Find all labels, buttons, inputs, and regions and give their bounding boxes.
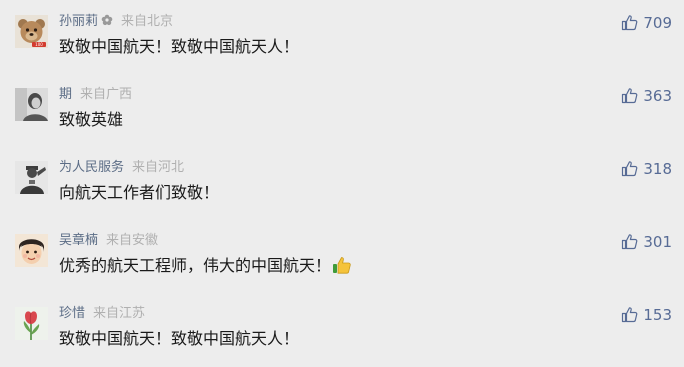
location-label: 来自北京 [121, 14, 174, 29]
avatar[interactable]: 100 [15, 15, 48, 48]
flower-badge-icon [101, 14, 113, 26]
nickname[interactable]: 期 [59, 87, 72, 102]
like-count: 301 [643, 233, 672, 251]
comment-text: 致敬中国航天！致敬中国航天人！ [59, 37, 300, 56]
like-button[interactable]: 153 [621, 304, 672, 326]
avatar[interactable] [15, 88, 48, 121]
like-count: 318 [643, 160, 672, 178]
comment-text: 优秀的航天工程师，伟大的中国航天！ [59, 254, 352, 278]
svg-text:100: 100 [35, 42, 43, 47]
thumbs-up-icon [621, 87, 638, 104]
comment-text: 致敬中国航天！致敬中国航天人！ [59, 329, 300, 348]
like-button[interactable]: 301 [621, 231, 672, 253]
nickname[interactable]: 珍惜 [59, 306, 85, 321]
grey-portrait-avatar-image [15, 88, 48, 121]
nickname[interactable]: 为人民服务 [59, 160, 124, 175]
thumbs-up-icon [621, 14, 638, 31]
comment-text: 致敬英雄 [59, 110, 124, 129]
nickname[interactable]: 孙丽莉 [59, 14, 98, 29]
thumbs-up-icon [621, 160, 638, 177]
teddy-bear-avatar-image: 100 [15, 15, 48, 48]
location-label: 来自江苏 [93, 306, 146, 321]
tulip-flower-avatar-image [15, 307, 48, 340]
comment-item: 珍惜 来自江苏 致敬中国航天！致敬中国航天人！ 153 [0, 292, 684, 365]
avatar[interactable] [15, 161, 48, 194]
thumbs-up-icon [621, 306, 638, 323]
comment-meta: 为人民服务 来自河北 [59, 159, 184, 177]
comment-meta: 珍惜 来自江苏 [59, 305, 145, 323]
nickname[interactable]: 吴章楠 [59, 233, 98, 248]
comment-text-content: 优秀的航天工程师，伟大的中国航天！ [59, 256, 332, 275]
saluting-soldier-avatar-image [15, 161, 48, 194]
comment-item: 100 孙丽莉 来自北京 致敬中国航天！致敬中国航天人！ 709 [0, 0, 684, 73]
like-count: 153 [643, 306, 672, 324]
like-count: 363 [643, 87, 672, 105]
thumbs-up-emoji-icon [332, 255, 352, 275]
comment-meta: 孙丽莉 来自北京 [59, 13, 173, 31]
comment-item: 期来自广西 致敬英雄 363 [0, 73, 684, 146]
comment-text: 向航天工作者们致敬！ [59, 183, 220, 202]
comment-list: 100 孙丽莉 来自北京 致敬中国航天！致敬中国航天人！ 709 期来自广西 致敬… [0, 0, 684, 367]
comment-item: 吴章楠 来自安徽 优秀的航天工程师，伟大的中国航天！ 301 [0, 219, 684, 292]
like-button[interactable]: 709 [621, 12, 672, 34]
comment-meta: 吴章楠 来自安徽 [59, 232, 158, 250]
location-label: 来自安徽 [106, 233, 159, 248]
thumbs-up-icon [621, 233, 638, 250]
like-button[interactable]: 318 [621, 158, 672, 180]
location-label: 来自河北 [132, 160, 185, 175]
child-face-avatar-image [15, 234, 48, 267]
avatar[interactable] [15, 307, 48, 340]
avatar[interactable] [15, 234, 48, 267]
like-count: 709 [643, 14, 672, 32]
location-label: 来自广西 [80, 87, 133, 102]
comment-item: 为人民服务 来自河北 向航天工作者们致敬！ 318 [0, 146, 684, 219]
like-button[interactable]: 363 [621, 85, 672, 107]
comment-meta: 期来自广西 [59, 86, 132, 104]
